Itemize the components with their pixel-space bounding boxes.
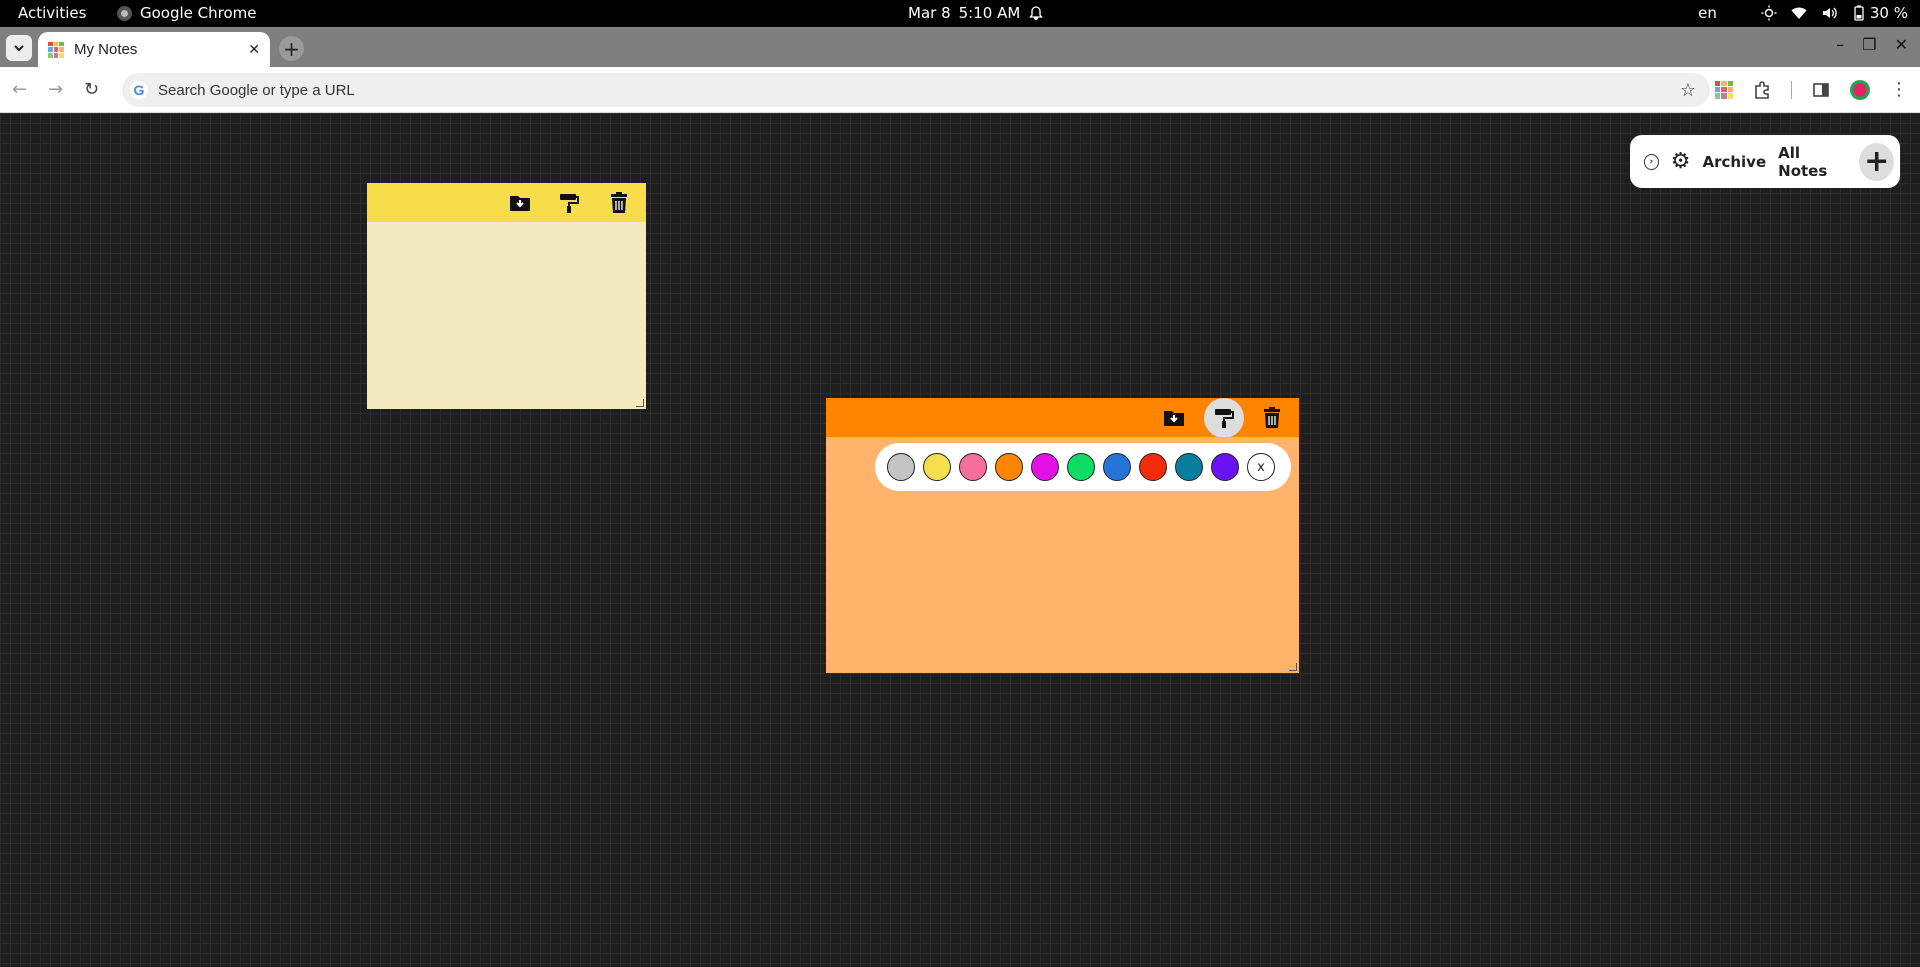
tab-close-icon[interactable]: ✕ xyxy=(248,42,260,58)
language-indicator[interactable]: en xyxy=(1698,4,1717,22)
note-card[interactable]: x xyxy=(826,398,1299,673)
time: 5:10 AM xyxy=(958,4,1021,22)
side-panel-icon[interactable] xyxy=(1812,81,1830,99)
color-swatch[interactable] xyxy=(1103,453,1131,481)
color-palette: x xyxy=(875,443,1291,491)
tab-title: My Notes xyxy=(74,41,138,58)
chevron-down-icon xyxy=(14,45,24,52)
omnibox-placeholder[interactable]: Search Google or type a URL xyxy=(158,82,1680,99)
note-card[interactable] xyxy=(367,183,646,409)
date: Mar 8 xyxy=(908,4,951,22)
notes-extension-icon[interactable] xyxy=(1715,80,1733,99)
toolbar-divider xyxy=(1791,80,1792,99)
menu-kebab-icon[interactable]: ⋮ xyxy=(1890,79,1908,100)
color-swatch[interactable] xyxy=(959,453,987,481)
new-tab-button[interactable]: + xyxy=(279,36,304,61)
note-body[interactable] xyxy=(367,222,646,409)
color-swatch[interactable] xyxy=(995,453,1023,481)
color-swatch[interactable] xyxy=(887,453,915,481)
collapse-arrow-icon[interactable]: › xyxy=(1644,153,1659,170)
close-palette-button[interactable]: x xyxy=(1247,453,1275,481)
profile-avatar[interactable] xyxy=(1850,79,1870,100)
bookmark-star-icon[interactable]: ☆ xyxy=(1680,80,1696,101)
omnibox[interactable]: G Search Google or type a URL ☆ xyxy=(122,73,1710,107)
clock[interactable]: Mar 8 5:10 AM xyxy=(908,4,1044,22)
battery-icon xyxy=(1854,5,1864,21)
color-swatch[interactable] xyxy=(1139,453,1167,481)
volume-icon xyxy=(1822,7,1837,19)
color-swatch[interactable] xyxy=(1031,453,1059,481)
window-controls: – ❐ ✕ xyxy=(1836,35,1908,54)
window-close-icon[interactable]: ✕ xyxy=(1895,35,1908,54)
archive-button[interactable]: Archive xyxy=(1702,153,1766,171)
back-icon[interactable]: ← xyxy=(12,79,27,100)
battery-indicator: 30 % xyxy=(1851,4,1908,22)
wifi-icon xyxy=(1791,7,1807,19)
tab-search-button[interactable] xyxy=(6,35,32,61)
color-picker-button[interactable] xyxy=(1204,398,1244,438)
color-swatch[interactable] xyxy=(1211,453,1239,481)
google-icon: G xyxy=(130,81,148,99)
reload-icon[interactable]: ↻ xyxy=(84,79,99,100)
control-panel: › ⚙ Archive All Notes + xyxy=(1630,135,1900,188)
chrome-icon xyxy=(117,5,132,21)
browser-toolbar: ← → ↻ G Search Google or type a URL ☆ ⋮ xyxy=(0,67,1920,113)
restore-icon[interactable]: ❐ xyxy=(1862,35,1876,54)
archive-folder-icon[interactable] xyxy=(508,191,532,215)
paint-roller-icon[interactable] xyxy=(557,191,581,215)
trash-icon[interactable] xyxy=(1260,406,1284,430)
alarm-icon xyxy=(1029,6,1044,21)
settings-gear-icon[interactable]: ⚙ xyxy=(1671,149,1691,174)
note-header[interactable] xyxy=(367,183,646,222)
color-swatch[interactable] xyxy=(1175,453,1203,481)
notes-favicon-icon xyxy=(48,41,64,58)
archive-folder-icon[interactable] xyxy=(1162,406,1186,430)
color-swatch[interactable] xyxy=(1067,453,1095,481)
battery-percent: 30 % xyxy=(1869,4,1908,22)
tab-strip: My Notes ✕ + – ❐ ✕ xyxy=(0,27,1920,67)
toolbar-actions: ⋮ xyxy=(1715,79,1908,100)
extensions-puzzle-icon[interactable] xyxy=(1753,80,1771,99)
system-tray[interactable]: en 30 % xyxy=(1698,4,1908,22)
system-top-bar: Activities Google Chrome Mar 8 5:10 AM e… xyxy=(0,0,1920,27)
minimize-icon[interactable]: – xyxy=(1836,35,1844,54)
resize-handle[interactable] xyxy=(1289,663,1297,671)
color-swatch[interactable] xyxy=(923,453,951,481)
app-menu[interactable]: Google Chrome xyxy=(117,4,257,22)
note-header[interactable] xyxy=(826,398,1299,438)
tab-my-notes[interactable]: My Notes ✕ xyxy=(38,32,270,67)
app-name: Google Chrome xyxy=(140,4,257,22)
resize-handle[interactable] xyxy=(636,399,644,407)
activities-button[interactable]: Activities xyxy=(18,4,86,22)
forward-icon[interactable]: → xyxy=(48,79,63,100)
brightness-icon xyxy=(1761,5,1777,21)
all-notes-button[interactable]: All Notes xyxy=(1778,144,1847,180)
trash-icon[interactable] xyxy=(607,191,631,215)
add-note-button[interactable]: + xyxy=(1859,142,1894,181)
paint-roller-icon xyxy=(1215,409,1234,428)
